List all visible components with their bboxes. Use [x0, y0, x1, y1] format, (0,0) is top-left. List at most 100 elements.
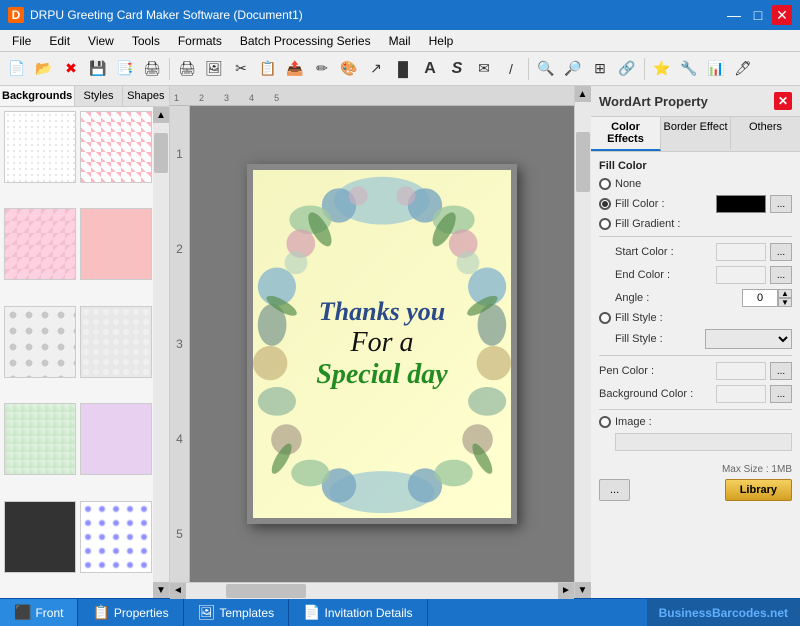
bg-thumb-2[interactable] [80, 111, 152, 183]
zoom-out-button[interactable]: 🔎 [560, 56, 586, 82]
menu-batch[interactable]: Batch Processing Series [232, 32, 379, 50]
line-button[interactable]: / [498, 56, 524, 82]
start-color-dots-button[interactable]: ... [770, 243, 792, 261]
menu-help[interactable]: Help [421, 32, 462, 50]
divider-3 [599, 409, 792, 410]
angle-up-button[interactable]: ▲ [778, 289, 792, 298]
print2-button[interactable]: 🖨 [174, 56, 200, 82]
bg-thumb-6[interactable] [80, 306, 152, 378]
wordart-close-button[interactable]: ✕ [774, 92, 792, 110]
fill-color-swatch[interactable] [716, 195, 766, 213]
menu-view[interactable]: View [80, 32, 122, 50]
greeting-card[interactable]: Thanks you For a Special day [247, 164, 517, 524]
bg-thumb-3[interactable] [4, 208, 76, 280]
bg-color-label: Background Color : [599, 388, 712, 400]
tab-styles[interactable]: Styles [75, 86, 122, 106]
tab-backgrounds[interactable]: Backgrounds [0, 86, 75, 106]
end-color-swatch[interactable] [716, 266, 766, 284]
pen-color-dots-button[interactable]: ... [770, 362, 792, 380]
scrollbar-up[interactable]: ▲ [153, 107, 169, 123]
image-label: Image : [615, 416, 792, 428]
tab-shapes[interactable]: Shapes [123, 86, 169, 106]
main-area: Backgrounds Styles Shapes [0, 86, 800, 598]
status-tab-invitation[interactable]: 📄 Invitation Details [289, 599, 427, 626]
tb-extra3[interactable]: 📊 [703, 56, 729, 82]
angle-spin-buttons: ▲ ▼ [778, 289, 792, 307]
start-color-swatch[interactable] [716, 243, 766, 261]
radio-none[interactable] [599, 178, 611, 190]
menu-mail[interactable]: Mail [381, 32, 419, 50]
radio-image[interactable] [599, 416, 611, 428]
bg-color-dots-button[interactable]: ... [770, 385, 792, 403]
status-tab-templates[interactable]: 🖼 Templates [184, 599, 289, 626]
scroll-h-thumb[interactable] [226, 584, 306, 598]
save-button[interactable]: 💾 [85, 56, 111, 82]
tb-extra4[interactable]: 🖊 [730, 56, 756, 82]
close-button[interactable]: ✕ [772, 5, 792, 25]
image-button[interactable]: 🖼 [201, 56, 227, 82]
color-button[interactable]: 🎨 [336, 56, 362, 82]
scroll-v-thumb[interactable] [576, 132, 590, 192]
text-button[interactable]: A [417, 56, 443, 82]
scroll-right-button[interactable]: ► [558, 583, 574, 599]
bg-thumb-7[interactable] [4, 403, 76, 475]
maximize-button[interactable]: □ [748, 5, 768, 25]
save-all-button[interactable]: 📑 [112, 56, 138, 82]
shape-button[interactable]: S [444, 56, 470, 82]
angle-input[interactable] [742, 289, 778, 307]
angle-row: Angle : ▲ ▼ [599, 289, 792, 307]
minimize-button[interactable]: — [724, 5, 744, 25]
card-area[interactable]: Thanks you For a Special day [190, 106, 574, 582]
pen-color-swatch[interactable] [716, 362, 766, 380]
end-color-dots-button[interactable]: ... [770, 266, 792, 284]
fill-style-select[interactable] [705, 329, 793, 349]
print-button[interactable]: 🖨 [139, 56, 165, 82]
menu-edit[interactable]: Edit [41, 32, 78, 50]
cut-button[interactable]: ✂ [228, 56, 254, 82]
bg-thumb-8[interactable] [80, 403, 152, 475]
bg-thumb-10[interactable] [80, 501, 152, 573]
radio-fill-gradient[interactable] [599, 218, 611, 230]
bg-thumb-4[interactable] [80, 208, 152, 280]
image-path-input[interactable] [615, 433, 792, 451]
arrow-button[interactable]: ↗ [363, 56, 389, 82]
tab-border-effect[interactable]: Border Effect [661, 117, 731, 151]
menu-formats[interactable]: Formats [170, 32, 230, 50]
new-button[interactable]: 📄 [4, 56, 30, 82]
library-button[interactable]: Library [725, 479, 792, 501]
radio-fill-style[interactable] [599, 312, 611, 324]
snap-button[interactable]: 🔗 [614, 56, 640, 82]
image-browse-button[interactable]: ... [599, 479, 630, 501]
radio-fill-color[interactable] [599, 198, 611, 210]
tb-extra2[interactable]: 🔧 [676, 56, 702, 82]
bg-thumb-5[interactable] [4, 306, 76, 378]
scroll-down-button[interactable]: ▼ [575, 582, 591, 598]
tb-extra1[interactable]: ⭐ [649, 56, 675, 82]
scroll-left-button[interactable]: ◄ [170, 583, 186, 599]
tab-color-effects[interactable]: Color Effects [591, 117, 661, 151]
tab-others[interactable]: Others [731, 117, 800, 151]
copy-button[interactable]: 📋 [255, 56, 281, 82]
fill-color-dots-button[interactable]: ... [770, 195, 792, 213]
scrollbar-thumb[interactable] [154, 133, 168, 173]
scrollbar-down[interactable]: ▼ [153, 582, 169, 598]
bg-color-swatch[interactable] [716, 385, 766, 403]
zoom-in-button[interactable]: 🔍 [533, 56, 559, 82]
menu-tools[interactable]: Tools [124, 32, 168, 50]
bg-thumb-1[interactable] [4, 111, 76, 183]
status-tab-properties[interactable]: 📋 Properties [78, 599, 183, 626]
envelope-button[interactable]: ✉ [471, 56, 497, 82]
angle-down-button[interactable]: ▼ [778, 298, 792, 307]
status-tab-front[interactable]: ⬛ Front [0, 599, 78, 626]
bg-thumb-9[interactable] [4, 501, 76, 573]
library-row: ... Library [599, 479, 792, 501]
menu-file[interactable]: File [4, 32, 39, 50]
grid-button[interactable]: ⊞ [587, 56, 613, 82]
barcode-button[interactable]: ▐▌ [390, 56, 416, 82]
ruler-h-2: 2 [199, 93, 204, 103]
scroll-up-button[interactable]: ▲ [575, 86, 591, 102]
export-button[interactable]: 📤 [282, 56, 308, 82]
close-doc-button[interactable]: ✖ [58, 56, 84, 82]
open-button[interactable]: 📂 [31, 56, 57, 82]
draw-button[interactable]: ✏ [309, 56, 335, 82]
